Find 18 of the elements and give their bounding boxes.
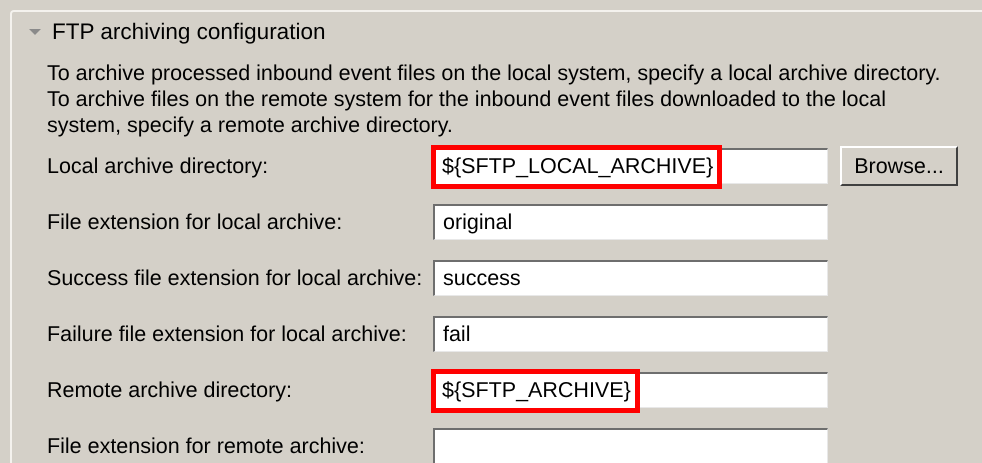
field-value: ${SFTP_ARCHIVE} xyxy=(442,377,631,404)
field-label: Remote archive directory: xyxy=(47,376,293,404)
section-title[interactable]: FTP archiving configuration xyxy=(52,15,326,49)
field-value: original xyxy=(442,209,512,236)
field-value: ${SFTP_LOCAL_ARCHIVE} xyxy=(442,153,714,180)
text-field[interactable]: fail xyxy=(433,316,828,352)
text-field[interactable] xyxy=(433,428,828,463)
field-label: File extension for local archive: xyxy=(47,208,344,236)
text-field[interactable]: success xyxy=(433,260,828,296)
field-value: success xyxy=(442,265,521,292)
field-label: Success file extension for local archive: xyxy=(47,264,424,292)
field-label: File extension for remote archive: xyxy=(47,432,366,460)
field-label: Local archive directory: xyxy=(47,152,270,180)
field-value: fail xyxy=(442,321,470,348)
description-text: To archive processed inbound event files on the local system, specify a local archive directory. To archive files on the remote system for the inbound event files downloaded to the local system, specify a remote archive directory. xyxy=(47,60,942,138)
browse-button[interactable]: Browse... xyxy=(840,146,958,186)
text-field[interactable]: original xyxy=(433,204,828,240)
field-label: Failure file extension for local archive: xyxy=(47,320,408,348)
